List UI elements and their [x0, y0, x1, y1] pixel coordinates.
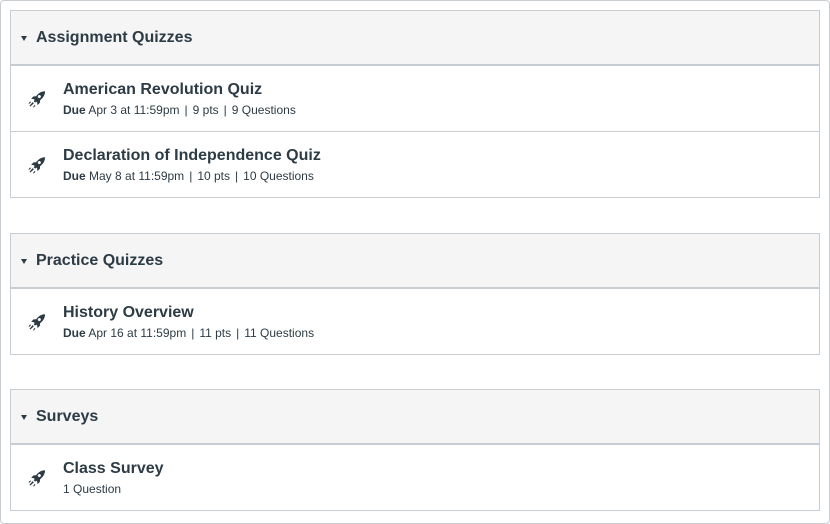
rocket-icon — [11, 155, 63, 175]
group-header-assignment-quizzes[interactable]: Assignment Quizzes — [11, 11, 819, 65]
group-title: Practice Quizzes — [36, 251, 164, 269]
quiz-title-link[interactable]: American Revolution Quiz — [63, 80, 296, 100]
points: 10 pts — [197, 168, 231, 183]
separator: | — [184, 102, 188, 117]
separator: | — [236, 325, 240, 340]
question-count: 1 Question — [63, 481, 122, 496]
caret-down-icon[interactable] — [21, 35, 27, 41]
group-header-practice-quizzes[interactable]: Practice Quizzes — [11, 234, 819, 288]
group-title: Assignment Quizzes — [36, 28, 193, 46]
quiz-title-link[interactable]: Class Survey — [63, 459, 164, 479]
quiz-group-assignment-quizzes: Assignment Quizzes American Revolution Q… — [10, 10, 820, 198]
group-header-surveys[interactable]: Surveys — [11, 390, 819, 444]
quiz-meta: Due Apr 16 at 11:59pm | 11 pts | 11 Question… — [63, 326, 314, 341]
quiz-row[interactable]: Declaration of Independence Quiz Due May… — [11, 131, 819, 197]
separator: | — [189, 168, 193, 183]
caret-down-icon[interactable] — [21, 258, 27, 264]
rocket-icon — [11, 312, 63, 332]
quiz-row[interactable]: History Overview Due Apr 16 at 11:59pm | 1… — [11, 288, 819, 354]
due-date: Apr 3 at 11:59pm — [88, 102, 180, 117]
due-label: Due — [63, 168, 86, 183]
quiz-meta: 1 Question — [63, 482, 164, 497]
points: 11 pts — [199, 325, 232, 340]
rocket-icon — [11, 89, 63, 109]
quiz-title-link[interactable]: Declaration of Independence Quiz — [63, 146, 321, 166]
due-date: Apr 16 at 11:59pm — [88, 325, 187, 340]
quiz-meta: Due Apr 3 at 11:59pm | 9 pts | 9 Questions — [63, 103, 296, 118]
quiz-title-link[interactable]: History Overview — [63, 303, 314, 323]
due-date: May 8 at 11:59pm — [89, 168, 185, 183]
caret-down-icon[interactable] — [21, 414, 27, 420]
quiz-row[interactable]: American Revolution Quiz Due Apr 3 at 11… — [11, 65, 819, 131]
quiz-row[interactable]: Class Survey 1 Question — [11, 444, 819, 510]
quiz-group-practice-quizzes: Practice Quizzes History Overview Due Ap… — [10, 233, 820, 355]
question-count: 10 Questions — [243, 168, 314, 183]
due-label: Due — [63, 102, 86, 117]
separator: | — [191, 325, 195, 340]
due-label: Due — [63, 325, 86, 340]
quiz-meta: Due May 8 at 11:59pm | 10 pts | 10 Questions — [63, 169, 321, 184]
rocket-icon — [11, 468, 63, 488]
separator: | — [223, 102, 227, 117]
points: 9 pts — [192, 102, 219, 117]
quiz-group-surveys: Surveys Class Survey 1 Question — [10, 389, 820, 511]
question-count: 11 Questions — [244, 325, 315, 340]
group-title: Surveys — [36, 407, 99, 425]
separator: | — [235, 168, 239, 183]
question-count: 9 Questions — [231, 102, 296, 117]
